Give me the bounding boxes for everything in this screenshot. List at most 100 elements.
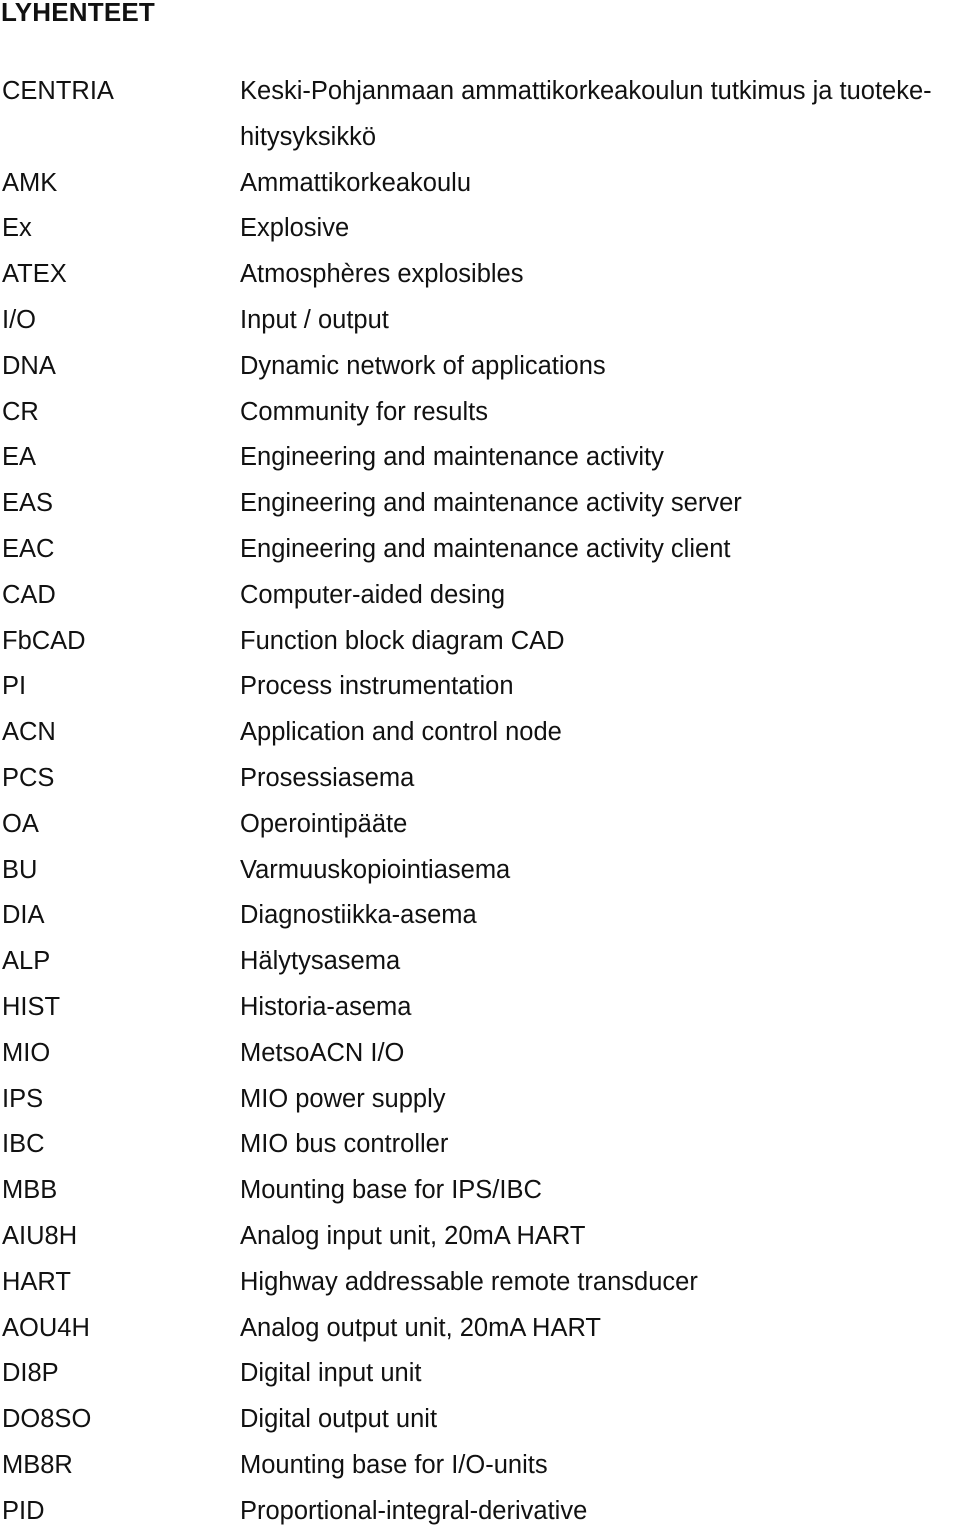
abbreviation-term: DNA <box>2 351 56 380</box>
abbreviation-row: I/O Input / output <box>0 298 960 344</box>
definition-text: MIO bus controller <box>240 1130 449 1159</box>
abbreviation-term: HART <box>2 1267 71 1296</box>
abbreviation-term: ALP <box>2 947 51 976</box>
abbreviation-row: MBB Mounting base for IPS/IBC <box>0 1168 960 1214</box>
abbreviation-term: OA <box>2 809 39 838</box>
abbreviation-row: AMK Ammattikorkeakoulu <box>0 161 960 207</box>
abbreviation-row: EAS Engineering and maintenance activity … <box>0 481 960 527</box>
abbreviation-definition: Input / output <box>240 298 960 344</box>
abbreviation-definition: Digital input unit <box>240 1351 960 1397</box>
definition-text: Engineering and maintenance activity ser… <box>240 489 742 518</box>
abbreviation-definition: Engineering and maintenance activity cli… <box>240 527 960 573</box>
abbreviation-row: DO8SO Digital output unit <box>0 1397 960 1443</box>
definition-text: Mounting base for IPS/IBC <box>240 1176 542 1205</box>
definition-text: Computer-aided desing <box>240 580 506 609</box>
abbreviation-definition: Historia-asema <box>240 985 960 1031</box>
abbreviation-term: PCS <box>2 763 55 792</box>
abbreviation-term: FbCAD <box>2 626 86 655</box>
definition-text: Prosessiasema <box>240 763 415 792</box>
abbreviation-row: AOU4H Analog output unit, 20mA HART <box>0 1306 960 1352</box>
abbreviation-row: CR Community for results <box>0 390 960 436</box>
abbreviation-row: BU Varmuuskopiointiasema <box>0 848 960 894</box>
definition-text: Diagnostiikka-asema <box>240 901 477 930</box>
abbreviation-row: ATEX Atmosphères explosibles <box>0 252 960 298</box>
abbreviation-definition: Engineering and maintenance activity ser… <box>240 481 960 527</box>
abbreviation-definition: Computer-aided desing <box>240 573 960 619</box>
definition-text: Ammattikorkeakoulu <box>240 168 472 197</box>
abbreviation-term: HIST <box>2 992 61 1021</box>
abbreviation-definition: MIO power supply <box>240 1077 960 1123</box>
abbreviation-term: PI <box>2 672 27 701</box>
abbreviation-definition: Dynamic network of applications <box>240 344 960 390</box>
definition-text: Mounting base for I/O-units <box>240 1450 548 1479</box>
abbreviation-definition: Prosessiasema <box>240 756 960 802</box>
abbreviation-row: OA Operointipääte <box>0 802 960 848</box>
abbreviation-term: IPS <box>2 1084 44 1113</box>
abbreviation-term: MBB <box>2 1176 58 1205</box>
abbreviation-term: AIU8H <box>2 1221 78 1250</box>
definition-text: Function block diagram CAD <box>240 626 565 655</box>
abbreviation-definition: MetsoACN I/O <box>240 1031 960 1077</box>
abbreviation-definition: Atmosphères explosibles <box>240 252 960 298</box>
abbreviation-definition: Operointipääte <box>240 802 960 848</box>
abbreviation-definition: Mounting base for IPS/IBC <box>240 1168 960 1214</box>
abbreviation-row: PI Process instrumentation <box>0 664 960 710</box>
abbreviation-row: ACN Application and control node <box>0 710 960 756</box>
abbreviation-row: Ex Explosive <box>0 206 960 252</box>
definition-text: Historia-asema <box>240 992 412 1021</box>
abbreviation-row: AIU8H Analog input unit, 20mA HART <box>0 1214 960 1260</box>
abbreviation-row: DI8P Digital input unit <box>0 1351 960 1397</box>
abbreviation-term: ACN <box>2 718 56 747</box>
abbreviation-row: MIO MetsoACN I/O <box>0 1031 960 1077</box>
abbreviation-row: HIST Historia-asema <box>0 985 960 1031</box>
abbreviation-term: BU <box>2 855 38 884</box>
abbreviation-list: CENTRIA Keski-Pohjanmaan ammattikorkeakou… <box>0 69 960 1535</box>
abbreviation-term: DO8SO <box>2 1405 92 1434</box>
abbreviation-row: IPS MIO power supply <box>0 1077 960 1123</box>
definition-text: Operointipääte <box>240 809 408 838</box>
definition-text: Proportional-integral-derivative <box>240 1496 588 1525</box>
abbreviation-term: I/O <box>2 305 37 334</box>
abbreviation-definition: Proportional-integral-derivative <box>240 1489 960 1535</box>
definition-text: Digital input unit <box>240 1359 422 1388</box>
abbreviation-row: FbCAD Function block diagram CAD <box>0 619 960 665</box>
abbreviation-definition: Highway addressable remote transducer <box>240 1260 960 1306</box>
definition-text: Varmuuskopiointiasema <box>240 855 511 884</box>
abbreviation-definition: Varmuuskopiointiasema <box>240 848 960 894</box>
abbreviation-term: PID <box>2 1496 45 1525</box>
abbreviation-row: CENTRIA Keski-Pohjanmaan ammattikorkeakou… <box>0 69 960 161</box>
abbreviation-term: AMK <box>2 168 58 197</box>
definition-text: Explosive <box>240 214 350 243</box>
abbreviation-row: MB8R Mounting base for I/O-units <box>0 1443 960 1489</box>
abbreviation-definition: Hälytysasema <box>240 939 960 985</box>
abbreviation-row: ALP Hälytysasema <box>0 939 960 985</box>
abbreviation-definition: Mounting base for I/O-units <box>240 1443 960 1489</box>
abbreviation-term: IBC <box>2 1130 45 1159</box>
abbreviation-definition: Keski-Pohjanmaan ammattikorkeakoulun tut… <box>240 69 960 161</box>
abbreviation-term: MB8R <box>2 1450 73 1479</box>
definition-text: Highway addressable remote transducer <box>240 1267 698 1296</box>
abbreviation-row: HART Highway addressable remote transduce… <box>0 1260 960 1306</box>
abbreviation-definition: Ammattikorkeakoulu <box>240 161 960 207</box>
abbreviation-term: AOU4H <box>2 1313 90 1342</box>
abbreviation-term: CENTRIA <box>2 77 114 105</box>
abbreviation-term: EA <box>2 443 37 472</box>
abbreviation-term: EAS <box>2 489 54 518</box>
abbreviation-definition: MIO bus controller <box>240 1122 960 1168</box>
abbreviation-definition: Explosive <box>240 206 960 252</box>
abbreviation-term: EAC <box>2 534 55 563</box>
definition-text: MetsoACN I/O <box>240 1038 405 1067</box>
abbreviation-row: EAC Engineering and maintenance activity … <box>0 527 960 573</box>
definition-text: Digital output unit <box>240 1405 438 1434</box>
abbreviation-definition: Analog output unit, 20mA HART <box>240 1306 960 1352</box>
definition-text: Analog output unit, 20mA HART <box>240 1313 601 1342</box>
abbreviation-row: PCS Prosessiasema <box>0 756 960 802</box>
definition-text: Atmosphères explosibles <box>240 260 524 289</box>
abbreviation-definition: Engineering and maintenance activity <box>240 435 960 481</box>
abbreviation-row: IBC MIO bus controller <box>0 1122 960 1168</box>
definition-text-continued: hitysyksikkö <box>240 122 377 151</box>
definition-text: Analog input unit, 20mA HART <box>240 1221 586 1250</box>
abbreviation-term: MIO <box>2 1038 51 1067</box>
abbreviation-term: CAD <box>2 580 56 609</box>
abbreviation-definition: Analog input unit, 20mA HART <box>240 1214 960 1260</box>
